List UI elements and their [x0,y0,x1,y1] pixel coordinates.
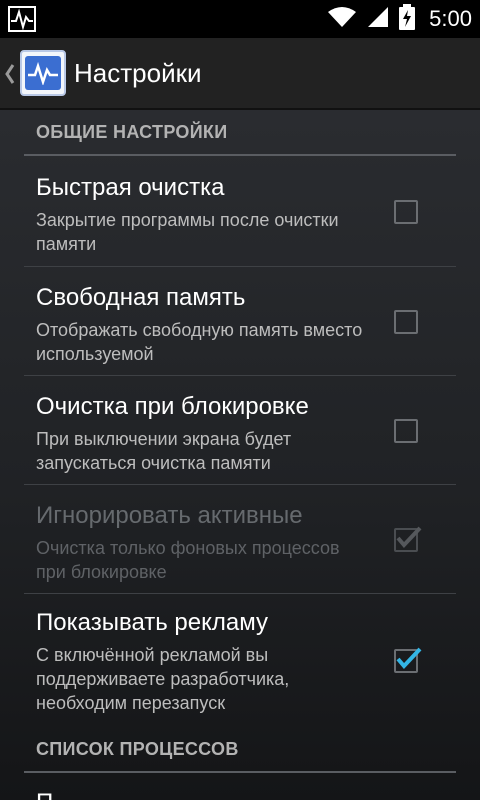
ignore-active-checkbox [394,526,422,552]
pref-title: Игнорировать активные [36,502,303,529]
pref-ignore-active: Игнорировать активные Очистка только фон… [24,485,456,594]
pref-summary: Отображать свободную память вместо испол… [36,320,363,364]
pref-title: П [36,789,53,800]
activity-icon [8,6,36,32]
pref-show-ads[interactable]: Показывать рекламу С включённой рекламой… [24,594,456,727]
pref-clean-on-lock[interactable]: Очистка при блокировке При выключении эк… [24,376,456,485]
page-title: Настройки [74,58,202,88]
pref-process-list-item[interactable]: П [24,775,456,800]
pref-title: Очистка при блокировке [36,393,309,420]
show-ads-checkbox[interactable] [394,647,422,673]
section-header-label: ОБЩИЕ НАСТРОЙКИ [36,122,228,142]
wifi-icon [327,6,357,33]
pref-summary: Очистка только фоновых процессов при бло… [36,538,340,582]
clean-on-lock-checkbox[interactable] [394,419,418,443]
settings-list[interactable]: ОБЩИЕ НАСТРОЙКИ Быстрая очистка Закрытие… [0,110,480,800]
status-icons: 5:00 [327,0,472,38]
quick-clean-checkbox[interactable] [394,200,418,224]
checkmark-icon [396,647,422,669]
pref-title: Показывать рекламу [36,609,269,636]
status-bar: 5:00 [0,0,480,38]
battery-charging-icon [399,3,416,35]
pref-free-memory[interactable]: Свободная память Отображать свободную па… [24,267,456,376]
section-header-general: ОБЩИЕ НАСТРОЙКИ [24,110,456,156]
pref-quick-clean[interactable]: Быстрая очистка Закрытие программы после… [24,158,456,267]
app-logo-icon[interactable] [20,50,66,96]
pref-summary: При выключении экрана будет запускаться … [36,429,292,473]
action-bar[interactable]: Настройки [0,38,480,110]
pref-summary: С включённой рекламой вы поддерживаете р… [36,645,290,713]
free-memory-checkbox[interactable] [394,310,418,334]
pref-title: Быстрая очистка [36,174,225,201]
signal-icon [367,6,389,33]
section-header-process-list: СПИСОК ПРОЦЕССОВ [24,727,456,773]
section-header-label: СПИСОК ПРОЦЕССОВ [36,739,239,759]
pref-summary: Закрытие программы после очистки памяти [36,210,339,254]
pref-title: Свободная память [36,284,246,311]
checkmark-icon [396,526,422,548]
clock: 5:00 [429,6,472,31]
up-caret-icon[interactable] [4,62,16,86]
